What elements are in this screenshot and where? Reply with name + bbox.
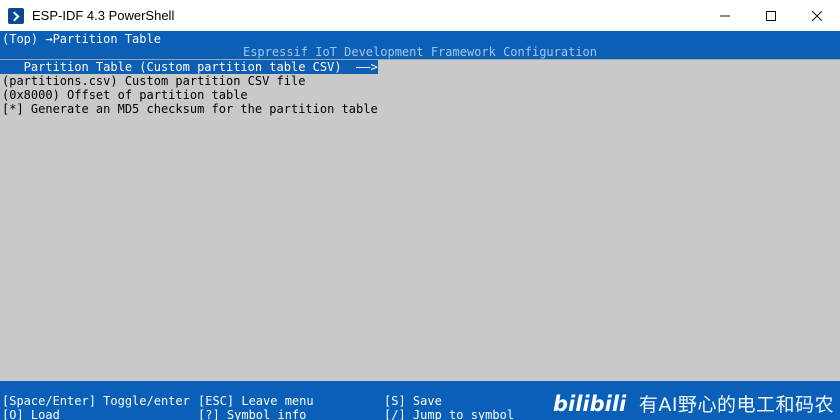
menu-panel: Partition Table (Custom partition table … (0, 59, 840, 381)
bilibili-logo-icon: bilibili (553, 392, 627, 416)
maximize-button[interactable] (748, 0, 794, 31)
menu-item-md5-checksum[interactable]: [*] Generate an MD5 checksum for the par… (2, 102, 378, 116)
terminal-area[interactable]: (Top) →Partition Table Espressif IoT Dev… (0, 31, 840, 420)
menu-items: (partitions.csv) Custom partition CSV fi… (2, 74, 378, 116)
window-title: ESP-IDF 4.3 PowerShell (32, 8, 175, 23)
maximize-icon (766, 10, 776, 21)
hint-symbol-info: [?] Symbol info (198, 408, 307, 420)
close-button[interactable] (794, 0, 840, 31)
hint-jump-to-symbol: [/] Jump to symbol (384, 408, 515, 420)
hint-save: [S] Save (384, 394, 442, 408)
hint-leave-menu: [ESC] Leave menu (198, 394, 314, 408)
powershell-window: ESP-IDF 4.3 PowerShell (Top) →Partition … (0, 0, 840, 420)
menu-item-custom-csv-file[interactable]: (partitions.csv) Custom partition CSV fi… (2, 74, 378, 88)
hint-toggle-enter: [Space/Enter] Toggle/enter (2, 394, 190, 408)
window-controls (702, 0, 840, 31)
minimize-button[interactable] (702, 0, 748, 31)
hint-load: [O] Load (2, 408, 60, 420)
breadcrumb: (Top) →Partition Table (2, 32, 161, 46)
terminal-app-icon (8, 7, 24, 24)
config-header: Espressif IoT Development Framework Conf… (0, 45, 840, 59)
footer-row-1: [Space/Enter] Toggle/enter [ESC] Leave m… (2, 394, 442, 408)
close-icon (812, 10, 822, 21)
minimize-icon (720, 15, 730, 16)
title-bar[interactable]: ESP-IDF 4.3 PowerShell (0, 0, 840, 31)
menu-title-selected[interactable]: Partition Table (Custom partition table … (0, 60, 378, 74)
watermark: bilibili 有AI野心的电工和码农 (553, 388, 834, 418)
footer-row-2: [O] Load [?] Symbol info [/] Jump to sym… (2, 408, 514, 420)
menu-item-partition-offset[interactable]: (0x8000) Offset of partition table (2, 88, 378, 102)
watermark-text: 有AI野心的电工和码农 (638, 393, 834, 416)
svg-text:bilibili: bilibili (553, 392, 627, 416)
